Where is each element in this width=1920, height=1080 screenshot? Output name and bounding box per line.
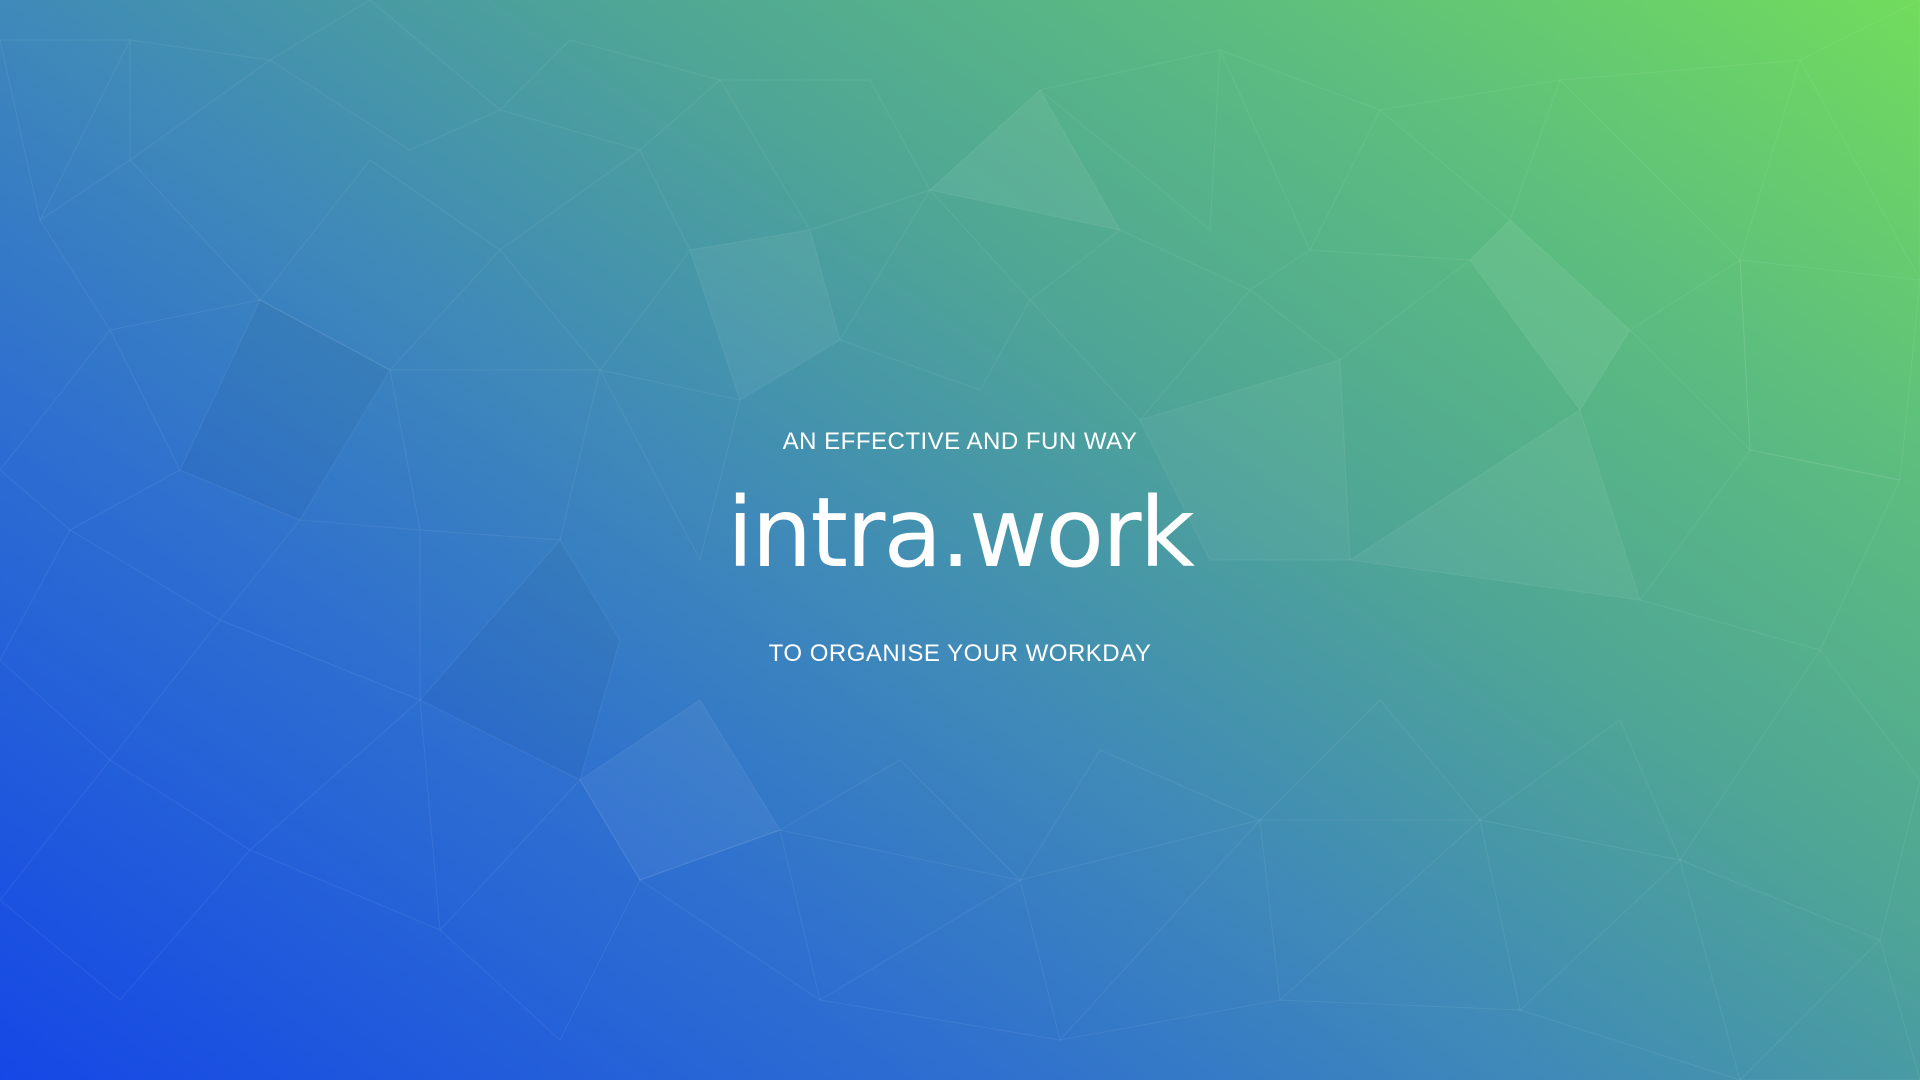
- tagline-top: AN EFFECTIVE AND FUN WAY: [782, 428, 1138, 455]
- tagline-bottom: TO ORGANISE YOUR WORKDAY: [768, 640, 1152, 667]
- intra-work-logo: intra.work: [726, 477, 1195, 589]
- hero-section: AN EFFECTIVE AND FUN WAY intra.work TO O…: [0, 0, 1920, 1080]
